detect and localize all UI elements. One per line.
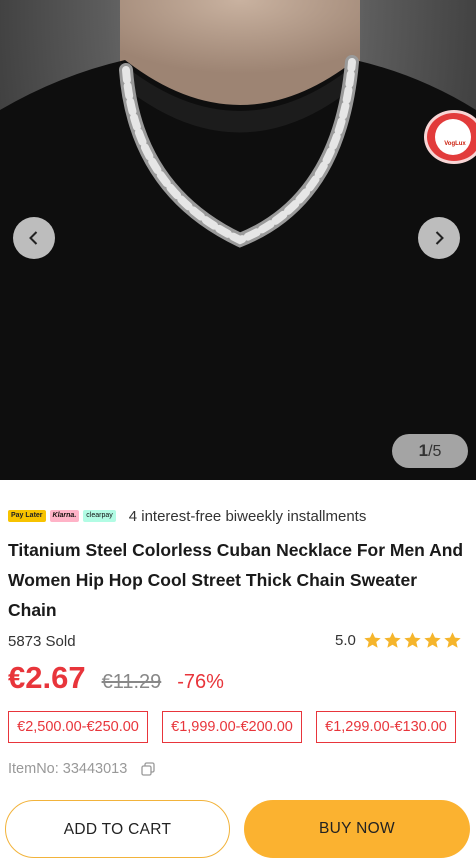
image-counter-total: /5 [428,443,442,460]
star-icon [404,632,421,648]
sold-count: 5873 Sold [8,633,76,650]
installment-options[interactable]: Pay Later Klarna. clearpay 4 interest-fr… [8,505,366,527]
buy-now-button[interactable]: BUY NOW [244,800,470,858]
price-row: €2.67 €11.29 -76% [8,660,224,700]
star-icon [424,632,441,648]
coupon-3[interactable]: €1,299.00-€130.00 [316,711,456,743]
original-price: €11.29 [101,671,162,693]
product-title: Titanium Steel Colorless Cuban Necklace … [8,540,464,620]
star-icon [444,632,461,648]
previous-image-button[interactable] [13,217,55,259]
current-price: €2.67 [8,660,86,695]
clearpay-logo: clearpay [83,510,116,522]
product-image-gallery[interactable]: VogLux 1/5 [0,0,476,480]
coupon-2[interactable]: €1,999.00-€200.00 [162,711,302,743]
star-icon [364,632,381,648]
image-counter: 1/5 [392,434,468,468]
coupon-1[interactable]: €2,500.00-€250.00 [8,711,148,743]
vogue-badge-icon[interactable]: VogLux [424,110,476,164]
discount-percent: -76% [177,671,224,693]
item-number-text: ItemNo: 33443013 [8,761,128,777]
bottom-action-bar: ADD TO CART BUY NOW [0,790,476,865]
klarna-logo: Klarna. [49,510,80,522]
badge-text: VogLux [444,141,466,147]
add-to-cart-button[interactable]: ADD TO CART [5,800,230,858]
installment-text: 4 interest-free biweekly installments [128,507,367,525]
product-rating[interactable]: 5.0 [335,631,462,650]
badge-inner [435,119,471,155]
next-image-button[interactable] [418,217,460,259]
copy-icon[interactable] [141,762,155,776]
rating-stars [362,631,462,650]
pay-later-logo: Pay Later [8,510,46,522]
rating-score: 5.0 [335,632,356,649]
image-counter-current: 1 [418,441,429,460]
item-number: ItemNo: 33443013 [8,761,155,777]
product-photo [0,0,476,480]
star-icon [384,632,401,648]
chevron-left-icon [29,231,38,245]
chevron-right-icon [435,231,444,245]
